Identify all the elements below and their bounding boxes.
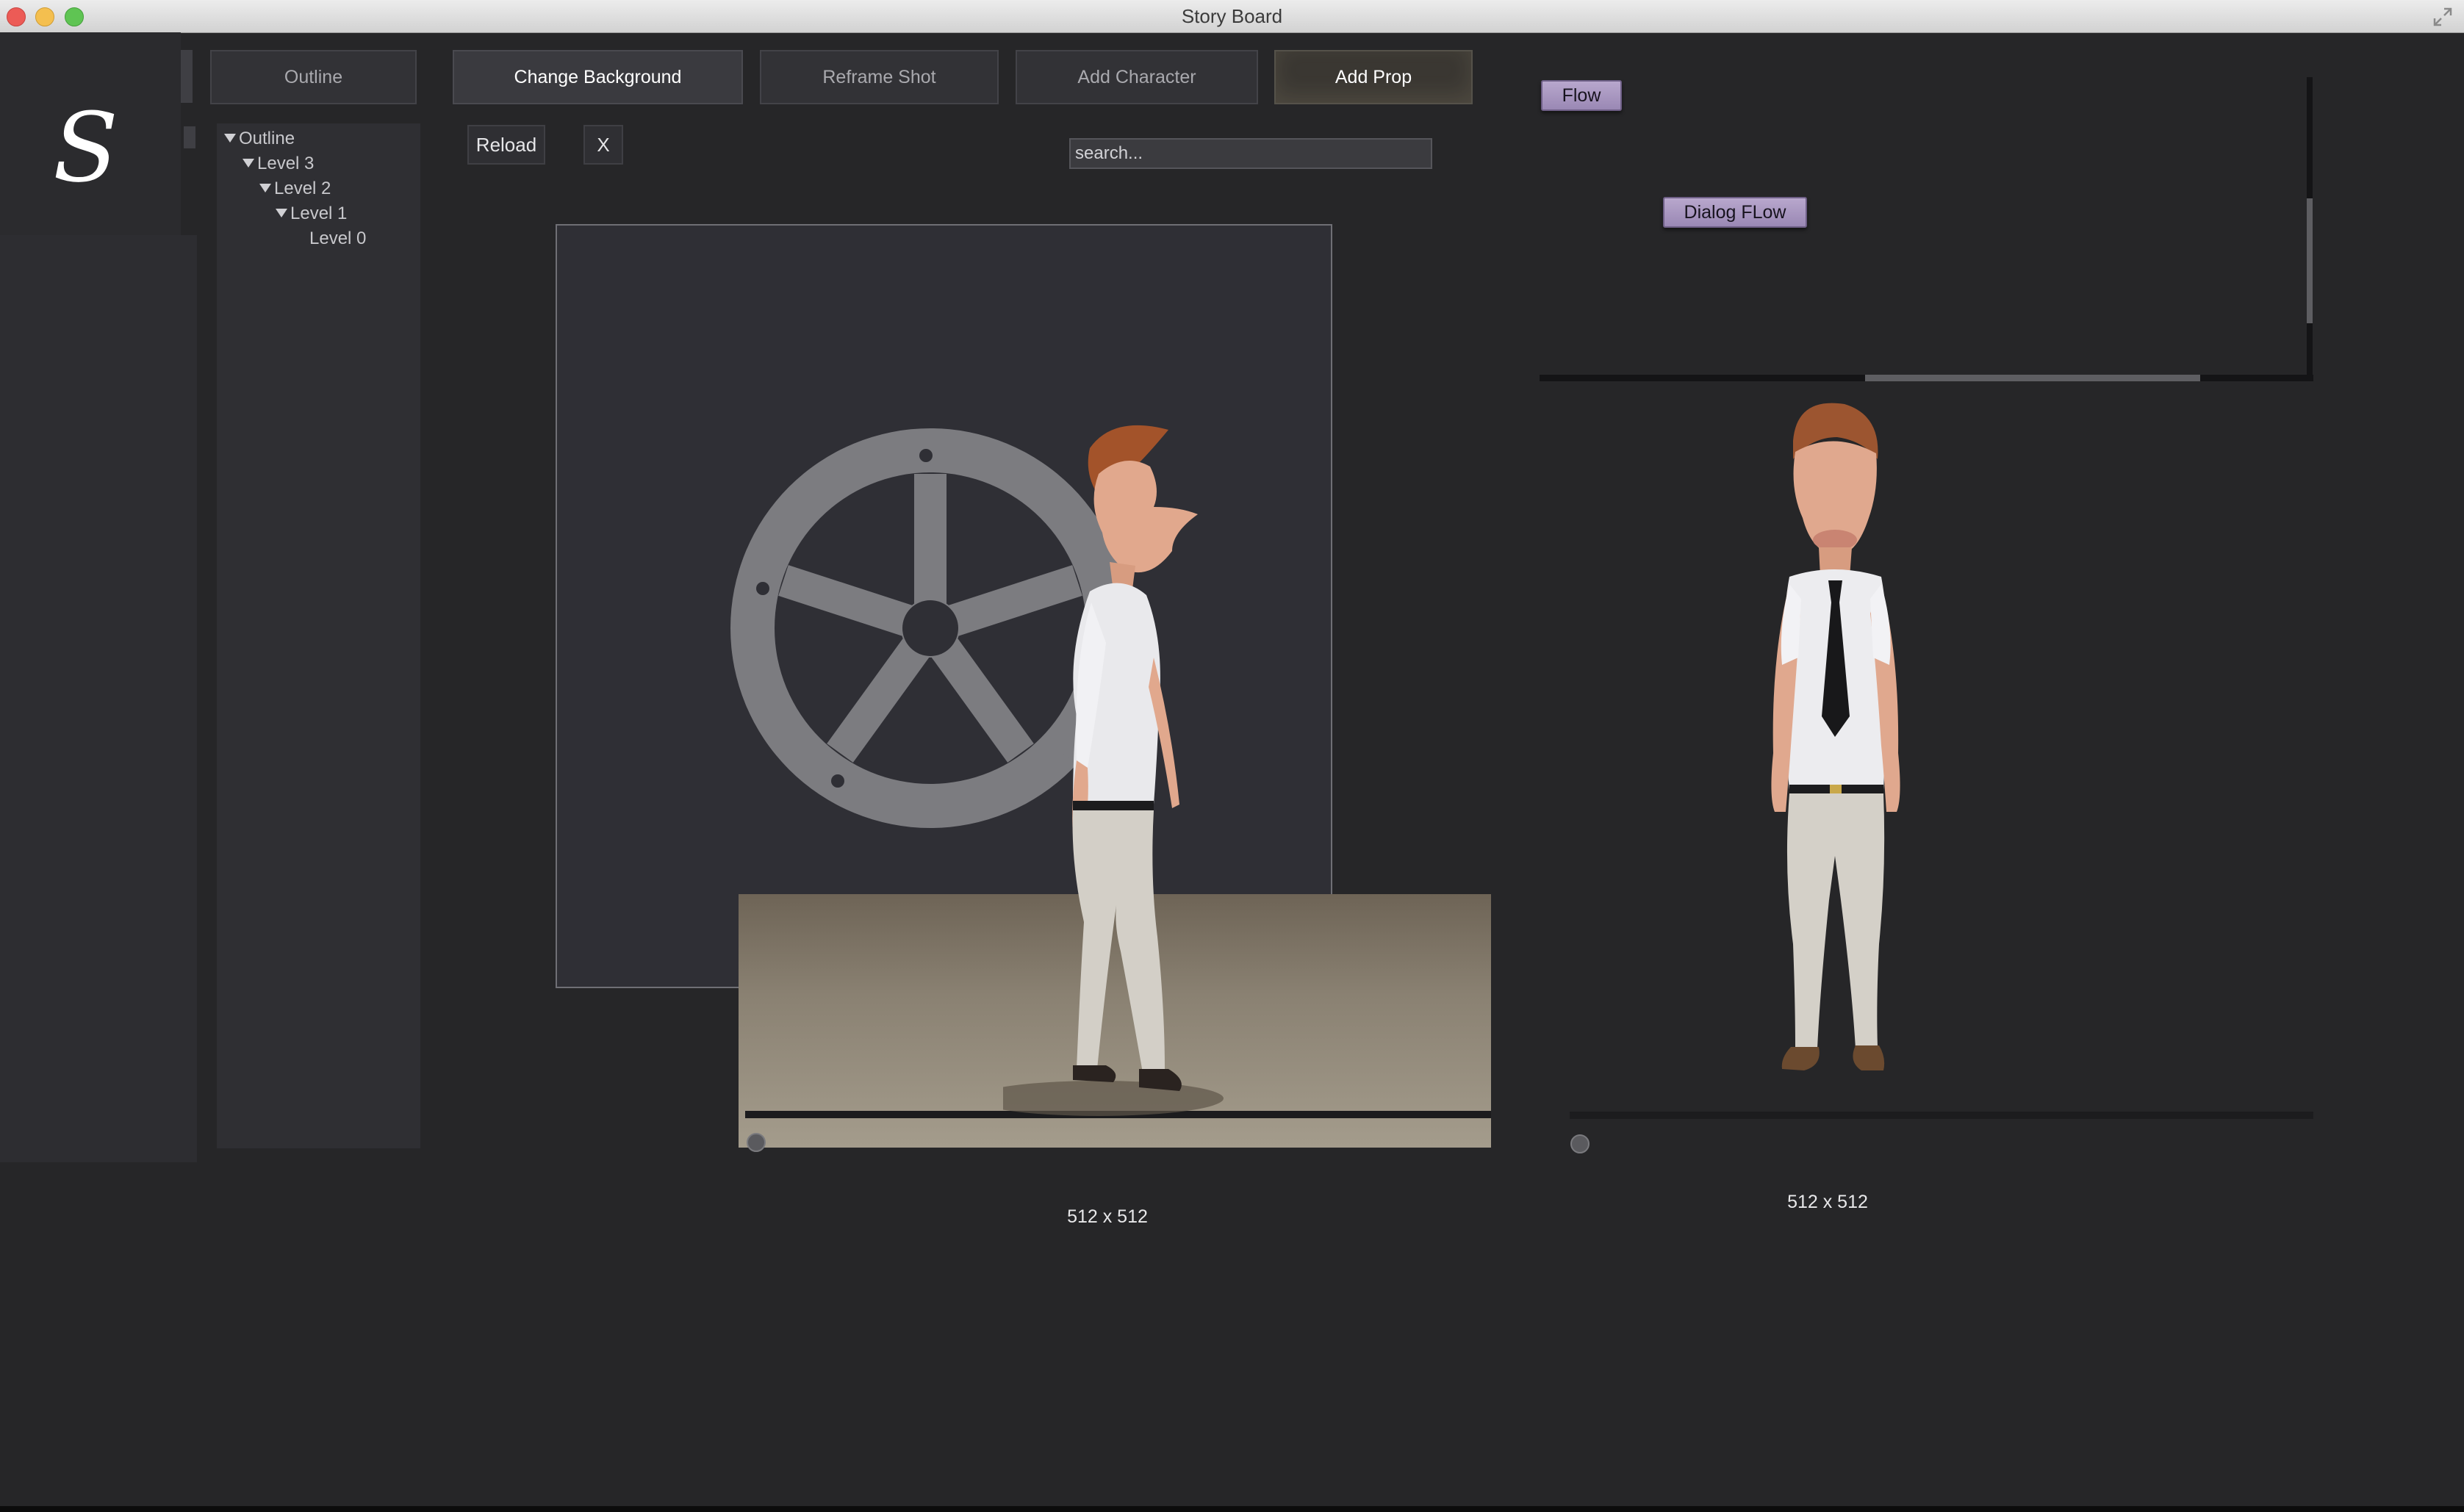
disclosure-triangle-icon[interactable] <box>259 184 271 192</box>
change-background-button[interactable]: Change Background <box>453 50 743 104</box>
outline-tree: Outline Level 3 Level 2 Level 1 Level 0 <box>217 123 420 1148</box>
add-character-button[interactable]: Add Character <box>1016 50 1258 104</box>
preview-timeline-slider[interactable] <box>1570 1112 2313 1119</box>
search-input[interactable] <box>1069 138 1432 169</box>
app-logo: S <box>53 92 119 204</box>
disclosure-triangle-icon[interactable] <box>243 159 254 168</box>
viewport-dimensions: 512 x 512 <box>1067 1206 1148 1227</box>
add-prop-button[interactable]: Add Prop <box>1274 50 1473 104</box>
tree-item-label: Level 1 <box>290 204 348 223</box>
window-title: Story Board <box>1181 5 1283 27</box>
tree-item-label: Level 2 <box>274 179 331 198</box>
title-bar: Story Board <box>0 0 2464 33</box>
reframe-shot-button[interactable]: Reframe Shot <box>760 50 999 104</box>
outline-button[interactable]: Outline <box>210 50 417 104</box>
disclosure-triangle-icon[interactable] <box>276 209 287 217</box>
tree-item-label: Level 3 <box>257 154 315 173</box>
fullscreen-icon[interactable] <box>2432 6 2454 28</box>
disclosure-triangle-icon[interactable] <box>224 134 236 143</box>
left-sidebar <box>0 235 197 1162</box>
splitter-handle[interactable] <box>184 126 195 148</box>
tree-item-level-1[interactable]: Level 1 <box>276 204 347 224</box>
splitter-handle[interactable] <box>181 50 193 103</box>
character-side-view <box>1003 425 1224 1116</box>
flow-horizontal-scroll-thumb[interactable] <box>1865 375 2200 381</box>
timeline-slider-handle[interactable] <box>747 1133 766 1152</box>
tree-item-outline[interactable]: Outline <box>224 129 295 149</box>
character-front-view <box>1771 403 1900 1070</box>
preview-timeline-slider-handle[interactable] <box>1570 1134 1590 1153</box>
preview-dimensions: 512 x 512 <box>1787 1192 1868 1212</box>
reload-button[interactable]: Reload <box>467 125 545 165</box>
tree-item-label: Level 0 <box>309 228 367 248</box>
flow-vertical-scroll-thumb[interactable] <box>2307 198 2313 323</box>
close-button[interactable]: X <box>583 125 623 165</box>
tree-item-level-3[interactable]: Level 3 <box>243 154 314 174</box>
logo-panel: S <box>0 32 181 235</box>
dialog-flow-button[interactable]: Dialog FLow <box>1663 197 1807 228</box>
tree-item-level-2[interactable]: Level 2 <box>259 179 331 199</box>
flow-button[interactable]: Flow <box>1541 80 1622 111</box>
tree-item-label: Outline <box>239 129 295 148</box>
tree-item-level-0[interactable]: Level 0 <box>309 228 366 249</box>
window-bottom-edge <box>0 1506 2464 1512</box>
